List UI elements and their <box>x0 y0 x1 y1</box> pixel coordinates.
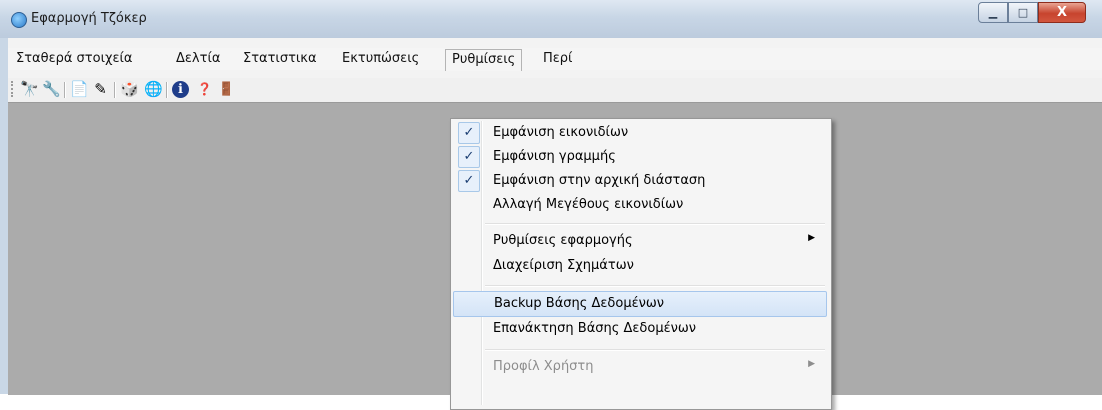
menu-item-backup-database[interactable]: Backup Βάσης Δεδομένων <box>453 291 827 317</box>
exit-icon[interactable]: 🚪 <box>218 81 235 98</box>
submenu-arrow-icon: ▶ <box>808 359 815 369</box>
toolbar-separator <box>64 82 66 98</box>
info-icon[interactable]: ℹ <box>172 81 189 98</box>
report-icon[interactable]: 📄 <box>70 81 89 98</box>
menu-item-label: Backup Βάσης Δεδομένων <box>494 296 665 311</box>
title-bar[interactable]: Εφαρμογή Τζόκερ ▁ □ X <box>0 0 1102 38</box>
menu-about[interactable]: Περί <box>543 51 572 66</box>
toolbar-separator <box>114 82 116 98</box>
menu-item-label: Εμφάνιση εικονιδίων <box>493 125 629 140</box>
window-controls: ▁ □ X <box>978 2 1086 23</box>
client-area: Σταθερά στοιχεία Δελτία Στατιστικα Εκτυπ… <box>8 38 1102 410</box>
checkmark-icon: ✓ <box>458 170 480 192</box>
menu-item-show-original-size[interactable]: ✓ Εμφάνιση στην αρχική διάσταση <box>453 169 827 193</box>
checkmark-icon: ✓ <box>458 146 480 168</box>
menu-fixed-data[interactable]: Σταθερά στοιχεία <box>16 51 132 66</box>
toolbar-separator <box>166 82 168 98</box>
menu-item-label: Προφίλ Χρήστη <box>493 359 594 374</box>
settings-dropdown-menu: ✓ Εμφάνιση εικονιδίων ✓ Εμφάνιση γραμμής… <box>450 118 832 410</box>
menu-separator <box>485 285 825 287</box>
close-button[interactable]: X <box>1038 2 1086 23</box>
menu-item-label: Ρυθμίσεις εφαρμογής <box>493 233 633 248</box>
checkmark-icon: ✓ <box>458 122 480 144</box>
menu-item-show-icons[interactable]: ✓ Εμφάνιση εικονιδίων <box>453 121 827 145</box>
toolbar: 🔭 🔧 📄 ✎ 🎲 🌐 ℹ ❓ 🚪 <box>8 78 1102 102</box>
stats-icon[interactable]: 🎲 <box>120 81 139 98</box>
maximize-button[interactable]: □ <box>1008 2 1038 23</box>
tool-icon[interactable]: 🔧 <box>42 81 61 98</box>
menu-statistics[interactable]: Στατιστικα <box>243 51 317 66</box>
minimize-button[interactable]: ▁ <box>978 2 1008 23</box>
menu-item-restore-database[interactable]: Επανάκτηση Βάσης Δεδομένων <box>453 317 827 341</box>
menu-prints[interactable]: Εκτυπώσεις <box>342 51 419 66</box>
menu-item-manage-shapes[interactable]: Διαχείριση Σχημάτων <box>453 254 827 278</box>
window-title: Εφαρμογή Τζόκερ <box>31 11 147 26</box>
menu-settings[interactable]: Ρυθμίσεις <box>445 49 523 71</box>
menu-slips[interactable]: Δελτία <box>176 51 220 66</box>
help-icon[interactable]: ❓ <box>196 81 213 98</box>
menu-item-label: Εμφάνιση γραμμής <box>493 149 616 164</box>
app-window: Εφαρμογή Τζόκερ ▁ □ X Σταθερά στοιχεία Δ… <box>0 0 1102 410</box>
menu-item-user-profile[interactable]: Προφίλ Χρήστη ▶ <box>453 355 827 379</box>
app-icon <box>11 12 27 28</box>
menu-item-change-icon-size[interactable]: Αλλαγή Μεγέθους εικονιδίων <box>453 193 827 217</box>
menu-item-label: Εμφάνιση στην αρχική διάσταση <box>493 173 706 188</box>
menu-item-label: Διαχείριση Σχημάτων <box>493 258 634 273</box>
menu-item-label: Επανάκτηση Βάσης Δεδομένων <box>493 321 697 336</box>
globe-icon[interactable]: 🌐 <box>144 81 163 98</box>
open-icon[interactable]: 🔭 <box>20 81 39 98</box>
edit-icon[interactable]: ✎ <box>92 81 109 98</box>
menu-bar: Σταθερά στοιχεία Δελτία Στατιστικα Εκτυπ… <box>8 48 1102 71</box>
submenu-arrow-icon: ▶ <box>808 233 815 243</box>
menu-item-show-bar[interactable]: ✓ Εμφάνιση γραμμής <box>453 145 827 169</box>
toolbar-grip[interactable] <box>11 81 16 97</box>
menu-separator <box>485 223 825 225</box>
menu-separator <box>485 349 825 351</box>
menu-item-label: Αλλαγή Μεγέθους εικονιδίων <box>493 197 684 212</box>
menu-item-app-settings[interactable]: Ρυθμίσεις εφαρμογής ▶ <box>453 229 827 253</box>
